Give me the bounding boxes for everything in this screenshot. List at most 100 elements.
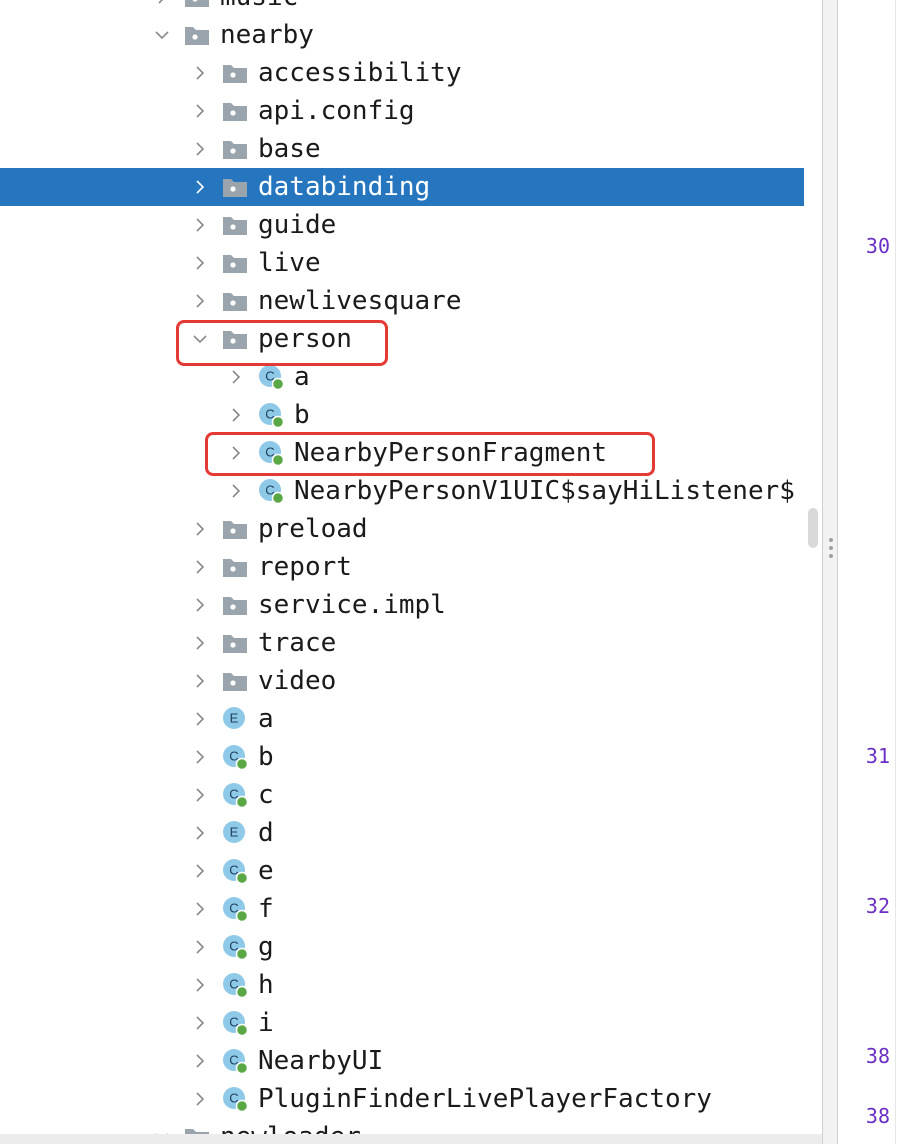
class-icon: C <box>258 440 284 466</box>
tree-item-label: person <box>258 324 352 354</box>
chevron-right-icon[interactable] <box>190 1080 210 1118</box>
splitter-grip-dot <box>829 546 833 550</box>
tree-item-a[interactable]: Ca <box>0 358 804 396</box>
chevron-right-icon[interactable] <box>190 738 210 776</box>
tree-item-label: NearbyPersonV1UIC$sayHiListener$ <box>294 476 795 506</box>
chevron-right-icon[interactable] <box>190 1004 210 1042</box>
tree-item-video[interactable]: video <box>0 662 804 700</box>
class-icon: C <box>222 1086 248 1112</box>
tree-item-label: e <box>258 856 274 886</box>
tree-item-service-impl[interactable]: service.impl <box>0 586 804 624</box>
tree-item-guide[interactable]: guide <box>0 206 804 244</box>
project-tree[interactable]: music nearby accessibility api.config base da… <box>0 0 804 1144</box>
chevron-right-icon[interactable] <box>190 206 210 244</box>
tree-item-label: a <box>294 362 310 392</box>
chevron-right-icon[interactable] <box>190 92 210 130</box>
tree-item-preload[interactable]: preload <box>0 510 804 548</box>
line-number: 32 <box>865 894 890 918</box>
tree-item-nearbyui[interactable]: C NearbyUI <box>0 1042 804 1080</box>
tree-item-base[interactable]: base <box>0 130 804 168</box>
tree-scrollbar-thumb[interactable] <box>808 508 818 548</box>
editor-edge-line <box>895 0 896 1144</box>
chevron-right-icon[interactable] <box>226 396 246 434</box>
tree-item-label: databinding <box>258 172 431 202</box>
chevron-right-icon[interactable] <box>190 966 210 1004</box>
tree-item-databinding[interactable]: databinding <box>0 168 804 206</box>
enum-icon: E <box>222 820 248 846</box>
tree-horizontal-scrollbar[interactable] <box>0 1134 822 1144</box>
package-folder-icon <box>222 326 248 352</box>
chevron-right-icon[interactable] <box>190 700 210 738</box>
line-number: 38 <box>865 1044 890 1068</box>
class-icon: C <box>222 782 248 808</box>
chevron-right-icon[interactable] <box>190 130 210 168</box>
chevron-right-icon[interactable] <box>226 358 246 396</box>
tree-item-label: newlivesquare <box>258 286 462 316</box>
tree-item-label: nearby <box>220 20 314 50</box>
tree-item-label: api.config <box>258 96 415 126</box>
chevron-right-icon[interactable] <box>190 890 210 928</box>
chevron-right-icon[interactable] <box>190 586 210 624</box>
tree-item-nearbypersonfragment[interactable]: C NearbyPersonFragment <box>0 434 804 472</box>
tree-item-e[interactable]: Ce <box>0 852 804 890</box>
tree-item-live[interactable]: live <box>0 244 804 282</box>
tree-item-api-config[interactable]: api.config <box>0 92 804 130</box>
tree-item-i[interactable]: Ci <box>0 1004 804 1042</box>
chevron-right-icon[interactable] <box>190 662 210 700</box>
tree-item-d[interactable]: Ed <box>0 814 804 852</box>
tree-item-h[interactable]: Ch <box>0 966 804 1004</box>
tree-item-g[interactable]: Cg <box>0 928 804 966</box>
chevron-right-icon[interactable] <box>190 928 210 966</box>
enum-icon: E <box>222 706 248 732</box>
tree-item-newlivesquare[interactable]: newlivesquare <box>0 282 804 320</box>
chevron-right-icon[interactable] <box>190 624 210 662</box>
chevron-right-icon[interactable] <box>152 0 172 16</box>
tree-item-c[interactable]: Cc <box>0 776 804 814</box>
tree-item-a[interactable]: Ea <box>0 700 804 738</box>
tree-item-trace[interactable]: trace <box>0 624 804 662</box>
tree-item-label: report <box>258 552 352 582</box>
tree-item-report[interactable]: report <box>0 548 804 586</box>
package-folder-icon <box>222 630 248 656</box>
svg-text:E: E <box>230 825 239 840</box>
chevron-right-icon[interactable] <box>190 510 210 548</box>
tree-item-b[interactable]: Cb <box>0 738 804 776</box>
chevron-right-icon[interactable] <box>190 776 210 814</box>
chevron-down-icon[interactable] <box>152 16 172 54</box>
package-folder-icon <box>222 136 248 162</box>
class-icon: C <box>222 858 248 884</box>
tree-item-label: video <box>258 666 337 696</box>
tree-item-pluginfinderliveplayerfactory[interactable]: C PluginFinderLivePlayerFactory <box>0 1080 804 1118</box>
tree-item-label: b <box>294 400 310 430</box>
chevron-right-icon[interactable] <box>190 814 210 852</box>
chevron-right-icon[interactable] <box>226 434 246 472</box>
chevron-right-icon[interactable] <box>190 168 210 206</box>
chevron-right-icon[interactable] <box>190 54 210 92</box>
package-folder-icon <box>184 22 210 48</box>
chevron-down-icon[interactable] <box>190 320 210 358</box>
tree-item-label: trace <box>258 628 337 658</box>
chevron-right-icon[interactable] <box>226 472 246 510</box>
tree-item-label: music <box>220 0 298 16</box>
tree-item-f[interactable]: Cf <box>0 890 804 928</box>
tree-item-nearbypersonv1uic-sayhilistener-[interactable]: C NearbyPersonV1UIC$sayHiListener$ <box>0 472 804 510</box>
panel-splitter[interactable] <box>822 0 838 1144</box>
tree-item-b[interactable]: Cb <box>0 396 804 434</box>
tree-scrollbar-track[interactable] <box>804 0 822 1144</box>
chevron-right-icon[interactable] <box>190 282 210 320</box>
class-icon: C <box>258 402 284 428</box>
tree-item-nearby[interactable]: nearby <box>0 16 804 54</box>
tree-item-music[interactable]: music <box>0 0 804 16</box>
tree-item-person[interactable]: person <box>0 320 804 358</box>
tree-item-label: live <box>258 248 321 278</box>
package-folder-icon <box>184 0 210 10</box>
chevron-right-icon[interactable] <box>190 1042 210 1080</box>
chevron-right-icon[interactable] <box>190 244 210 282</box>
chevron-right-icon[interactable] <box>190 852 210 890</box>
tree-item-accessibility[interactable]: accessibility <box>0 54 804 92</box>
svg-text:E: E <box>230 711 239 726</box>
chevron-right-icon[interactable] <box>190 548 210 586</box>
package-folder-icon <box>222 98 248 124</box>
tree-item-label: accessibility <box>258 58 462 88</box>
line-number: 30 <box>865 234 890 258</box>
